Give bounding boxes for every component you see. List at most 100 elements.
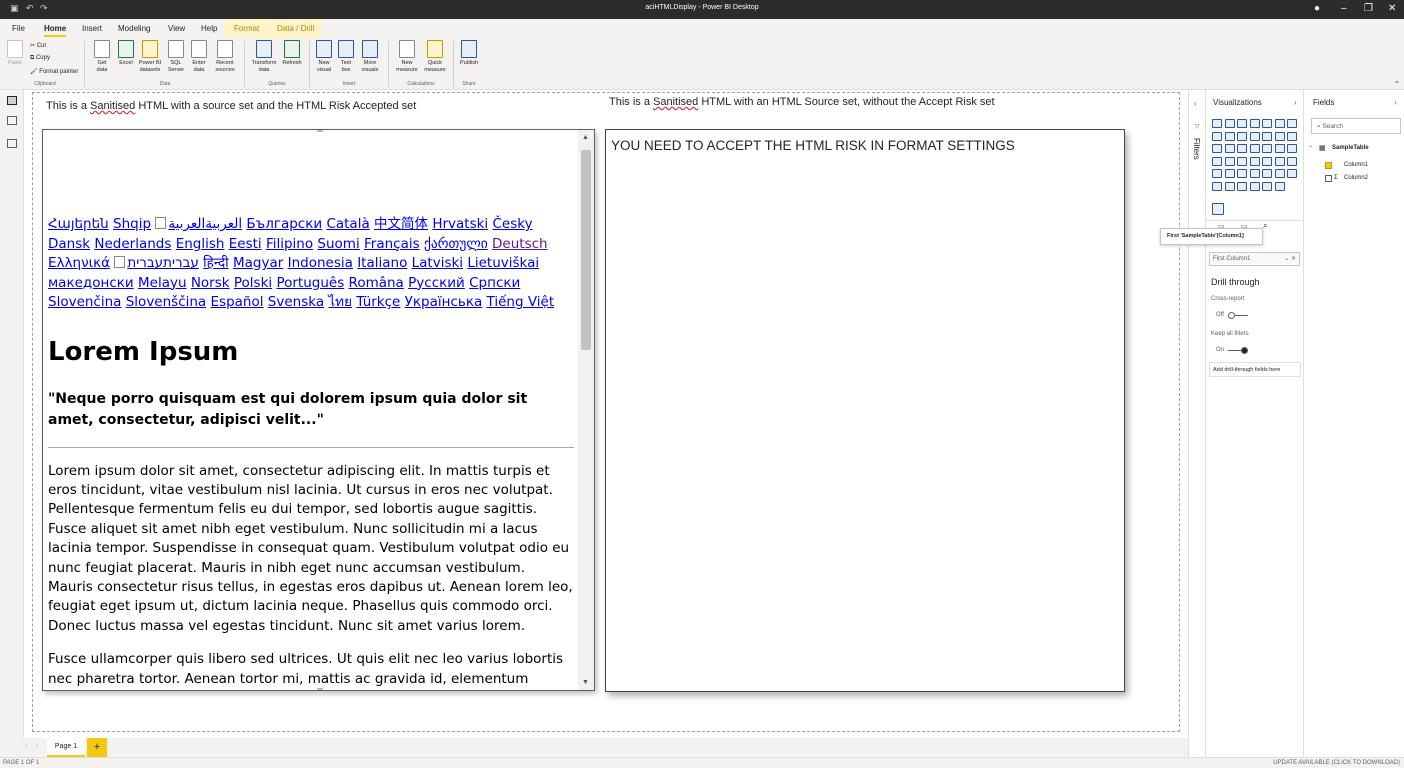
visual-type-icon[interactable] xyxy=(1237,131,1247,141)
language-link-visited[interactable]: Deutsch xyxy=(492,236,548,252)
transform-data-button[interactable]: Transform data xyxy=(249,40,279,74)
language-link[interactable]: العربيةالعربية xyxy=(168,216,242,232)
language-link[interactable]: Lietuviškai xyxy=(467,255,539,271)
visual-type-icon[interactable] xyxy=(1237,144,1247,153)
visual-type-icon[interactable] xyxy=(1287,169,1297,178)
visual-type-icon[interactable] xyxy=(1237,156,1247,166)
language-link[interactable]: Româna xyxy=(349,275,404,291)
visual-type-icon[interactable] xyxy=(1212,131,1222,141)
language-link[interactable]: Eesti xyxy=(229,236,262,252)
language-link[interactable]: Suomi xyxy=(317,236,359,252)
vertical-scrollbar[interactable]: ▲ ▼ xyxy=(578,130,594,690)
visual-type-icon[interactable] xyxy=(1262,119,1272,128)
new-measure-button[interactable]: New measure xyxy=(393,40,421,74)
keep-filters-toggle[interactable] xyxy=(1228,347,1248,354)
language-link[interactable]: Polski xyxy=(234,275,272,291)
selected-visual-icon[interactable] xyxy=(1212,203,1224,215)
language-link[interactable]: Español xyxy=(211,294,264,310)
html-visual-not-accepted[interactable]: YOU NEED TO ACCEPT THE HTML RISK IN FORM… xyxy=(605,129,1125,692)
tab-format[interactable]: Format xyxy=(234,24,259,33)
get-data-button[interactable]: Get data xyxy=(90,40,114,74)
minimize-icon[interactable]: – xyxy=(1341,3,1347,14)
column1-checkbox[interactable] xyxy=(1325,162,1332,169)
refresh-button[interactable]: Refresh xyxy=(280,40,304,67)
visual-type-icon[interactable] xyxy=(1287,131,1297,141)
language-link[interactable]: English xyxy=(176,236,225,252)
visual-type-icon[interactable] xyxy=(1262,156,1272,166)
language-link[interactable]: Українська xyxy=(405,294,483,310)
language-link[interactable]: עבריתעברית xyxy=(127,255,199,271)
recent-sources-button[interactable]: Recent sources xyxy=(211,40,239,74)
new-visual-button[interactable]: New visual xyxy=(313,40,335,74)
scroll-thumb[interactable] xyxy=(581,150,591,350)
expand-icon[interactable]: ⌃ xyxy=(1308,145,1313,152)
column1-label[interactable]: Column1 xyxy=(1344,162,1368,168)
visual-type-icon[interactable] xyxy=(1262,169,1272,178)
language-link[interactable]: Slovenčina xyxy=(48,294,121,310)
language-link[interactable]: Česky xyxy=(492,216,532,232)
language-link[interactable]: Hrvatski xyxy=(432,216,488,232)
drill-field-dropdown[interactable]: First Column1 ⌄ ✕ xyxy=(1209,252,1300,266)
language-link[interactable]: Türkçe xyxy=(356,294,400,310)
cut-button[interactable]: ✂ Cut xyxy=(30,42,46,49)
language-link[interactable]: Filipino xyxy=(266,236,313,252)
add-drill-through-fields[interactable]: Add drill-through fields here xyxy=(1209,362,1301,377)
sql-server-button[interactable]: SQL Server xyxy=(165,40,187,74)
visual-type-icon[interactable] xyxy=(1287,144,1297,153)
visual-type-icon[interactable] xyxy=(1262,144,1272,153)
visual-type-icon[interactable] xyxy=(1287,119,1297,128)
visual-type-icon[interactable] xyxy=(1274,169,1285,178)
language-link[interactable]: ქართული xyxy=(424,236,488,252)
language-link[interactable]: Latviski xyxy=(412,255,463,271)
visual-type-icon[interactable] xyxy=(1212,144,1222,153)
cross-report-toggle[interactable] xyxy=(1228,312,1248,319)
language-link[interactable]: Català xyxy=(326,216,369,232)
visual-type-icon[interactable] xyxy=(1212,156,1222,166)
account-icon[interactable]: ● xyxy=(1314,3,1320,14)
visual-type-icon[interactable] xyxy=(1249,144,1260,153)
visual-type-icon[interactable] xyxy=(1224,144,1235,153)
column2-checkbox[interactable] xyxy=(1325,175,1332,182)
language-link[interactable]: македонски xyxy=(48,275,134,291)
chevron-right-icon[interactable]: › xyxy=(1294,98,1297,107)
visual-type-icon[interactable] xyxy=(1249,169,1260,178)
visual-type-icon[interactable] xyxy=(1249,131,1260,141)
visual-type-icon[interactable] xyxy=(1262,131,1272,141)
collapse-ribbon-icon[interactable]: ⌃ xyxy=(1394,80,1400,88)
visual-type-icon[interactable] xyxy=(1274,181,1285,191)
tab-view[interactable]: View xyxy=(168,24,185,33)
scroll-down-icon[interactable]: ▼ xyxy=(582,679,589,686)
page-tab[interactable]: Page 1 xyxy=(47,738,85,757)
tab-help[interactable]: Help xyxy=(201,24,217,33)
language-link[interactable]: Српски xyxy=(469,275,520,291)
html-visual-accepted[interactable]: Հայերեն Shqip العربيةالعربية Български C… xyxy=(42,129,595,691)
paste-button[interactable]: Paste xyxy=(6,40,24,67)
language-link[interactable]: Български xyxy=(246,216,322,232)
column2-label[interactable]: Column2 xyxy=(1344,175,1368,181)
visual-type-icon[interactable] xyxy=(1274,131,1285,141)
language-link[interactable]: Indonesia xyxy=(288,255,353,271)
close-icon[interactable]: ✕ xyxy=(1388,3,1396,14)
visual-type-icon[interactable] xyxy=(1237,119,1247,128)
language-link[interactable]: Dansk xyxy=(48,236,90,252)
visual-type-icon[interactable] xyxy=(1274,119,1285,128)
report-view-icon[interactable] xyxy=(7,96,17,105)
visual-type-icon[interactable] xyxy=(1287,156,1297,166)
language-link[interactable]: Tiếng Việt xyxy=(487,294,555,310)
publish-button[interactable]: Publish xyxy=(457,40,481,67)
language-link[interactable]: ไทย xyxy=(328,294,352,310)
language-link[interactable]: Հայերեն xyxy=(48,216,109,232)
fields-search-input[interactable]: ⌕ Search xyxy=(1311,118,1401,134)
maximize-icon[interactable]: ❐ xyxy=(1364,3,1373,14)
visual-type-icon[interactable] xyxy=(1249,181,1260,191)
visual-type-icon[interactable] xyxy=(1237,181,1247,191)
resize-handle[interactable] xyxy=(317,130,323,132)
language-link[interactable]: Norsk xyxy=(191,275,230,291)
language-link[interactable]: Melayu xyxy=(138,275,187,291)
text-box-button[interactable]: Text box xyxy=(336,40,356,74)
language-link[interactable]: Nederlands xyxy=(94,236,171,252)
visual-type-icon[interactable] xyxy=(1274,144,1285,153)
tab-file[interactable]: File xyxy=(12,24,25,33)
language-link[interactable]: Magyar xyxy=(233,255,283,271)
add-page-button[interactable]: + xyxy=(87,738,107,757)
